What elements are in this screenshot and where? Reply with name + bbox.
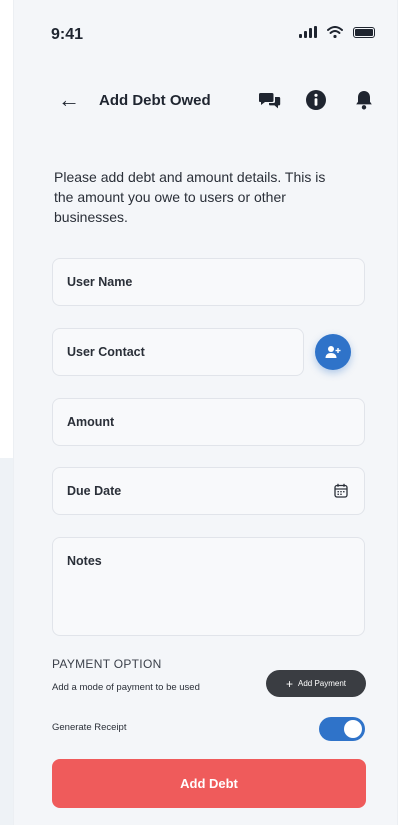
calendar-icon[interactable] bbox=[334, 483, 348, 498]
background-strip bbox=[0, 458, 14, 825]
generate-receipt-toggle[interactable] bbox=[319, 717, 365, 741]
user-name-field[interactable]: User Name bbox=[52, 258, 365, 306]
info-icon[interactable] bbox=[304, 88, 328, 112]
back-arrow-icon[interactable]: ← bbox=[58, 89, 80, 111]
status-time: 9:41 bbox=[51, 26, 84, 43]
add-contact-button[interactable] bbox=[315, 334, 351, 370]
toggle-knob bbox=[344, 720, 362, 738]
signal-icon bbox=[299, 26, 317, 38]
battery-icon bbox=[353, 26, 375, 38]
status-icons bbox=[299, 26, 375, 38]
due-date-placeholder: Due Date bbox=[67, 484, 122, 498]
add-payment-button[interactable]: + Add Payment bbox=[266, 670, 366, 697]
header: ← Add Debt Owed bbox=[14, 82, 397, 122]
notes-placeholder: Notes bbox=[67, 554, 102, 568]
notes-field[interactable]: Notes bbox=[52, 537, 365, 636]
amount-field[interactable]: Amount bbox=[52, 398, 365, 446]
wifi-icon bbox=[327, 26, 343, 38]
page-title: Add Debt Owed bbox=[99, 92, 211, 109]
intro-text: Please add debt and amount details. This… bbox=[54, 169, 326, 225]
plus-icon: + bbox=[285, 676, 293, 691]
chat-icon[interactable] bbox=[258, 88, 282, 112]
bell-icon[interactable] bbox=[352, 88, 376, 112]
app-screen: 9:41 ← Add Debt Owed Please add debt and… bbox=[14, 0, 397, 825]
user-contact-field[interactable]: User Contact bbox=[52, 328, 304, 376]
generate-receipt-label: Generate Receipt bbox=[52, 722, 127, 733]
add-payment-label: Add Payment bbox=[297, 679, 347, 688]
amount-placeholder: Amount bbox=[67, 415, 115, 429]
payment-option-description: Add a mode of payment to be used bbox=[52, 682, 200, 693]
payment-option-heading: PAYMENT OPTION bbox=[52, 657, 162, 671]
add-debt-button[interactable]: Add Debt bbox=[52, 759, 366, 808]
status-bar: 9:41 bbox=[14, 0, 397, 70]
add-contact-icon bbox=[325, 346, 341, 358]
user-name-placeholder: User Name bbox=[67, 275, 133, 289]
due-date-field[interactable]: Due Date bbox=[52, 467, 365, 515]
user-contact-placeholder: User Contact bbox=[67, 345, 145, 359]
add-debt-label: Add Debt bbox=[180, 776, 238, 791]
